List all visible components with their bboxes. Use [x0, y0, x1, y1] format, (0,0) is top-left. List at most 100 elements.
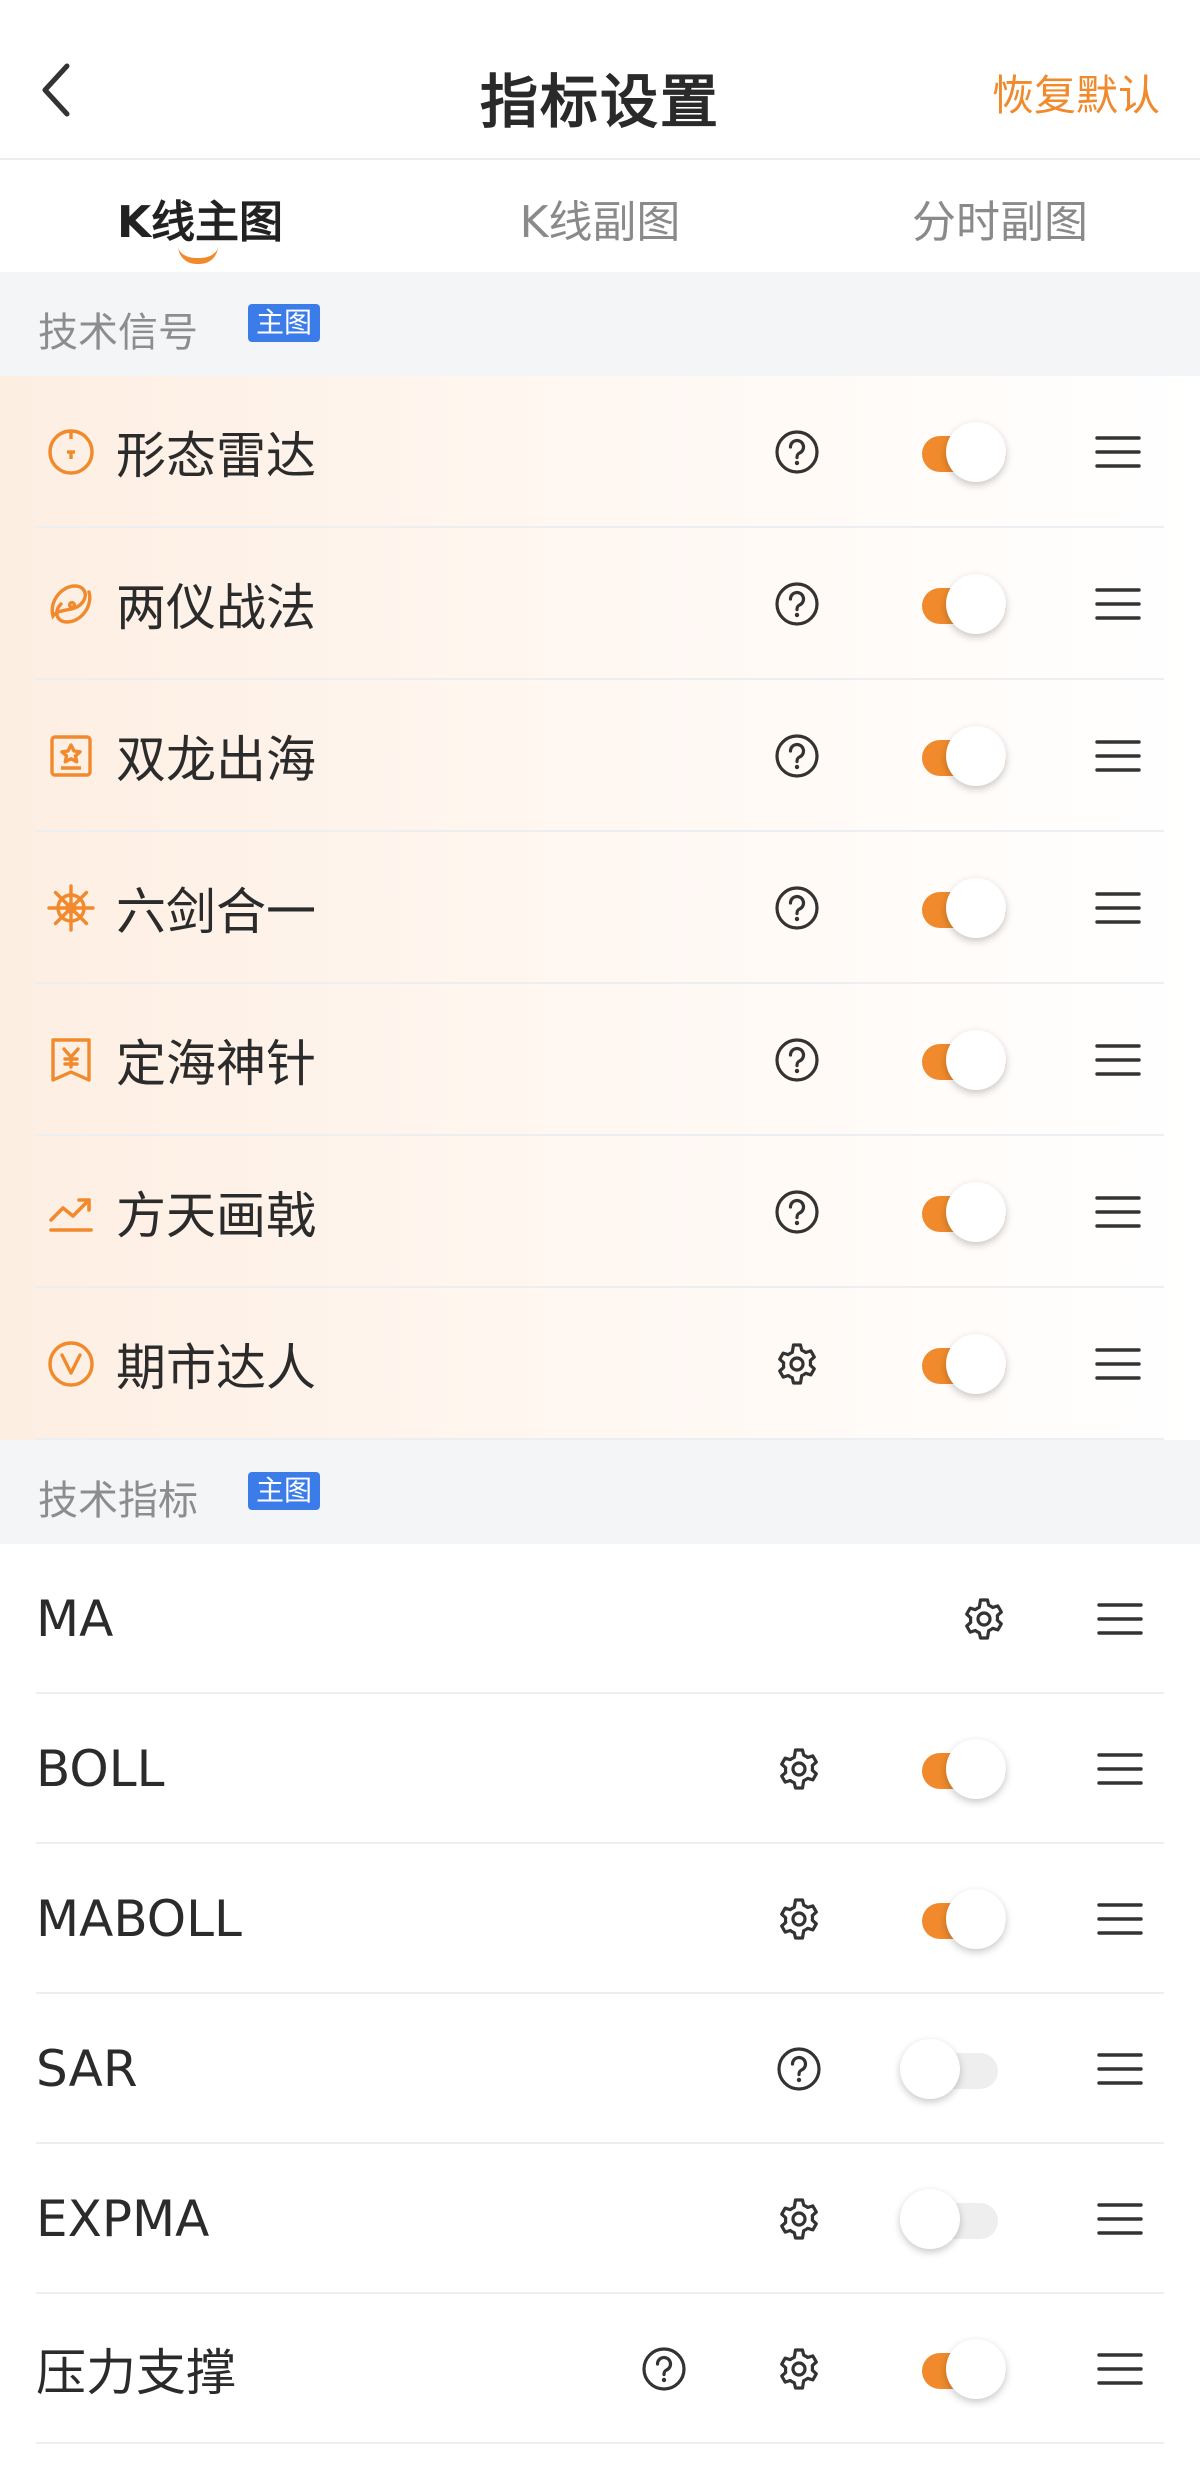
toggle-switch-on[interactable]	[902, 2339, 1006, 2399]
help-button[interactable]	[767, 878, 827, 938]
indicator-label: 压力支撑	[36, 2344, 236, 2402]
toggle-switch-on[interactable]	[902, 1030, 1006, 1090]
toggle-knob	[900, 2039, 960, 2099]
gear-icon	[774, 1341, 820, 1387]
toggle-switch-on[interactable]	[902, 726, 1006, 786]
indicator-label: BOLL	[36, 1740, 165, 1798]
section-title: 技术信号	[38, 310, 198, 356]
drag-handle-icon[interactable]	[1090, 1589, 1150, 1649]
gear-button[interactable]	[767, 1334, 827, 1394]
signal-label: 期市达人	[116, 1339, 316, 1397]
toggle-switch-off[interactable]	[900, 2039, 1006, 2099]
indicator-label: MABOLL	[36, 1890, 242, 1948]
signal-row: 期市达人	[0, 1288, 1200, 1440]
drag-handle-icon[interactable]	[1088, 422, 1148, 482]
radar-icon	[44, 425, 98, 479]
help-icon	[774, 581, 820, 627]
help-icon	[774, 1189, 820, 1235]
drag-handle-icon[interactable]	[1090, 1739, 1150, 1799]
signal-label: 两仪战法	[116, 579, 316, 637]
gear-icon	[776, 2196, 822, 2242]
indicator-label: MA	[36, 1590, 114, 1648]
help-icon	[774, 429, 820, 475]
row-divider	[36, 2442, 1164, 2444]
helm-wheel-icon	[44, 881, 98, 935]
gear-button[interactable]	[769, 2189, 829, 2249]
section-title: 技术指标	[38, 1478, 198, 1524]
drag-handle-icon[interactable]	[1090, 2189, 1150, 2249]
toggle-switch-off[interactable]	[900, 2189, 1006, 2249]
tab-kline-sub[interactable]: K线副图	[450, 186, 750, 250]
tab-kline-main[interactable]: K线主图	[50, 186, 350, 250]
toggle-knob	[946, 1030, 1006, 1090]
section-header-indicators: 技术指标 主图	[0, 1440, 1200, 1544]
main-chart-badge: 主图	[248, 304, 321, 342]
signal-label: 方天画戟	[116, 1187, 316, 1245]
help-button[interactable]	[767, 726, 827, 786]
toggle-switch-on[interactable]	[902, 1739, 1006, 1799]
signal-label: 六剑合一	[116, 883, 316, 941]
help-icon	[774, 733, 820, 779]
top-bar: 指标设置 恢复默认	[0, 0, 1200, 160]
restore-default-button[interactable]: 恢复默认	[992, 62, 1160, 123]
dragon-badge-icon	[44, 729, 98, 783]
help-icon	[776, 2046, 822, 2092]
signal-row: 定海神针	[0, 984, 1200, 1136]
gear-button[interactable]	[769, 1889, 829, 1949]
drag-handle-icon[interactable]	[1090, 2039, 1150, 2099]
help-button[interactable]	[769, 2039, 829, 2099]
toggle-switch-on[interactable]	[902, 574, 1006, 634]
toggle-switch-on[interactable]	[902, 1182, 1006, 1242]
toggle-knob	[946, 574, 1006, 634]
drag-handle-icon[interactable]	[1088, 1182, 1148, 1242]
indicator-label: SAR	[36, 2040, 138, 2098]
help-icon	[641, 2346, 687, 2392]
gear-icon	[961, 1596, 1007, 1642]
toggle-knob	[946, 726, 1006, 786]
toggle-switch-on[interactable]	[902, 422, 1006, 482]
drag-handle-icon[interactable]	[1088, 726, 1148, 786]
help-icon	[774, 1037, 820, 1083]
toggle-knob	[946, 2339, 1006, 2399]
help-button[interactable]	[634, 2339, 694, 2399]
toggle-knob	[946, 878, 1006, 938]
drag-handle-icon[interactable]	[1090, 1889, 1150, 1949]
tab-bar: K线主图 K线副图 分时副图	[0, 162, 1200, 272]
signal-label: 形态雷达	[116, 427, 316, 485]
section-header-signals: 技术信号 主图	[0, 272, 1200, 376]
help-button[interactable]	[767, 1182, 827, 1242]
toggle-knob	[946, 1889, 1006, 1949]
drag-handle-icon[interactable]	[1090, 2339, 1150, 2399]
toggle-knob	[946, 422, 1006, 482]
drag-handle-icon[interactable]	[1088, 1334, 1148, 1394]
indicator-row: BOLL	[0, 1694, 1200, 1844]
drag-handle-icon[interactable]	[1088, 1030, 1148, 1090]
signal-row: 六剑合一	[0, 832, 1200, 984]
toggle-knob	[946, 1334, 1006, 1394]
signal-row: 双龙出海	[0, 680, 1200, 832]
help-button[interactable]	[767, 1030, 827, 1090]
trend-icon	[44, 1185, 98, 1239]
signal-label: 双龙出海	[116, 731, 316, 789]
indicator-label: EXPMA	[36, 2190, 210, 2248]
gear-button[interactable]	[769, 1739, 829, 1799]
active-tab-indicator	[178, 246, 218, 264]
gear-icon	[776, 1896, 822, 1942]
signal-label: 定海神针	[116, 1035, 316, 1093]
toggle-switch-on[interactable]	[902, 1889, 1006, 1949]
toggle-switch-on[interactable]	[902, 1334, 1006, 1394]
drag-handle-icon[interactable]	[1088, 574, 1148, 634]
help-button[interactable]	[767, 574, 827, 634]
gear-button[interactable]	[954, 1589, 1014, 1649]
gear-icon	[776, 2346, 822, 2392]
main-chart-badge: 主图	[248, 1472, 321, 1510]
tab-timeshare-sub[interactable]: 分时副图	[850, 186, 1150, 250]
indicator-row: SAR	[0, 1994, 1200, 2144]
toggle-knob	[946, 1182, 1006, 1242]
signal-row: 形态雷达	[0, 376, 1200, 528]
gear-button[interactable]	[769, 2339, 829, 2399]
help-button[interactable]	[767, 422, 827, 482]
drag-handle-icon[interactable]	[1088, 878, 1148, 938]
toggle-switch-on[interactable]	[902, 878, 1006, 938]
indicator-row: EXPMA	[0, 2144, 1200, 2294]
